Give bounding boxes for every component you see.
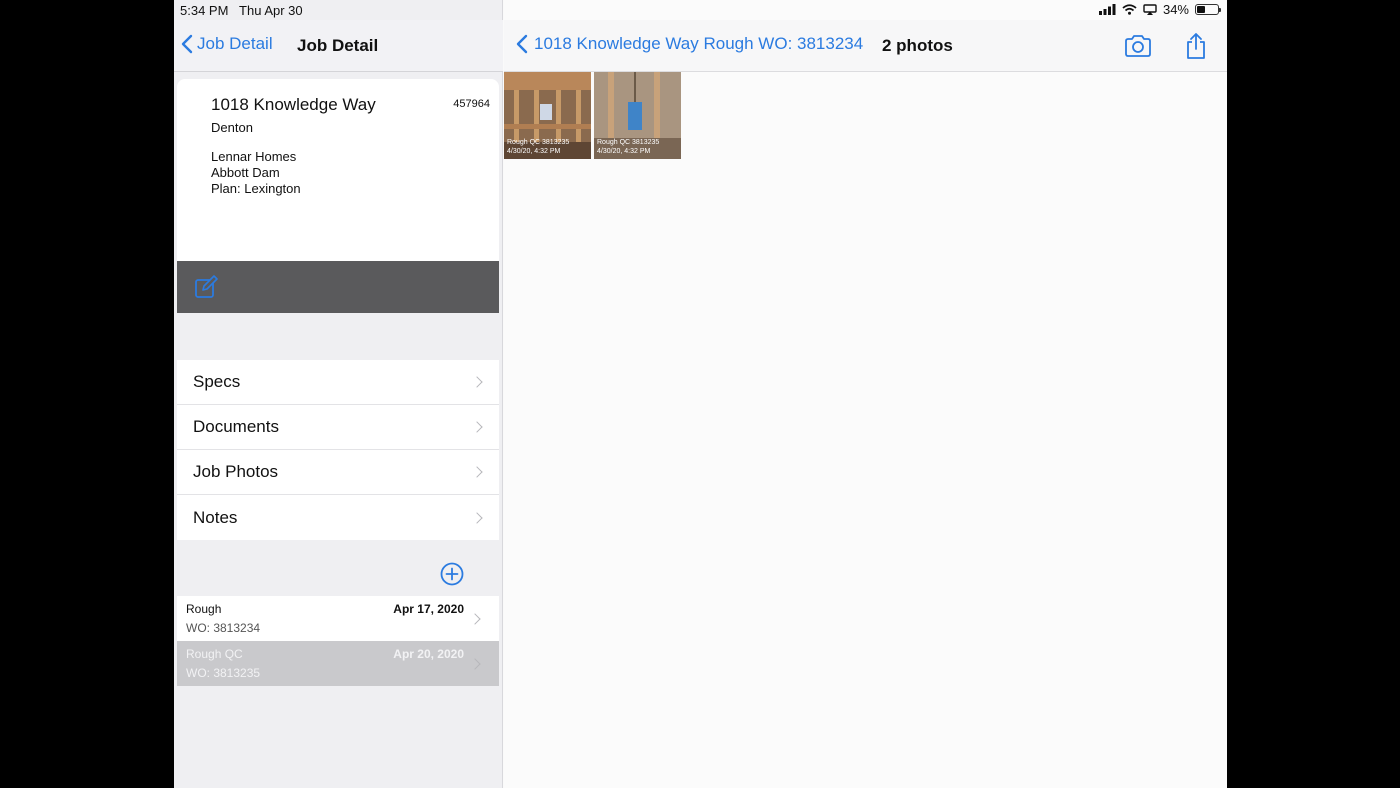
chevron-right-icon	[469, 657, 481, 670]
job-detail-back-button[interactable]: Job Detail	[181, 34, 273, 54]
menu-item-label: Documents	[193, 417, 279, 436]
menu-item-label: Job Photos	[193, 462, 279, 481]
work-order-row-rough-qc[interactable]: Rough QC WO: 3813235 Apr 20, 2020	[177, 641, 499, 686]
cellular-icon	[1098, 4, 1116, 15]
work-order-name: Rough	[186, 602, 222, 616]
detail-nav-bar: 1018 Knowledge Way Rough WO: 3813234 2 p…	[504, 20, 1227, 72]
photo-caption-date: 4/30/20, 4:32 PM	[507, 148, 561, 155]
work-order-number: WO: 3813234	[186, 621, 261, 635]
photo-caption: Rough QC 3813235 4/30/20, 4:32 PM	[597, 138, 659, 156]
menu-item-label: Notes	[193, 507, 238, 527]
edit-bar	[177, 261, 499, 313]
job-city: Denton	[211, 120, 253, 135]
status-indicators: 34%	[1098, 2, 1221, 17]
photo-grid: Rough QC 3813235 4/30/20, 4:32 PM Rough …	[504, 72, 681, 159]
job-menu-list: Specs Documents Job Photos Notes	[177, 360, 499, 540]
chevron-right-icon	[471, 376, 483, 388]
work-order-row-rough[interactable]: Rough WO: 3813234 Apr 17, 2020	[177, 596, 499, 641]
job-builder: Lennar Homes	[211, 149, 297, 164]
job-subdivision: Abbott Dam	[211, 165, 280, 180]
photo-caption-title: Rough QC 3813235	[597, 139, 660, 146]
menu-item-documents[interactable]: Documents	[177, 405, 499, 450]
ipad-screen: Job Detail Job Detail 1018 Knowledge Way…	[174, 0, 1227, 788]
work-order-number: WO: 3813235	[186, 666, 261, 680]
back-button-label: Job Detail	[197, 34, 273, 53]
work-order-date: Apr 20, 2020	[393, 647, 464, 661]
share-icon[interactable]	[1185, 32, 1207, 60]
chevron-right-icon	[469, 612, 481, 625]
battery-percent: 34%	[1162, 2, 1189, 17]
status-date-text: Thu Apr 30	[239, 3, 303, 18]
work-order-list: Rough WO: 3813234 Apr 17, 2020 Rough QC …	[177, 596, 499, 686]
detail-pane: 1018 Knowledge Way Rough WO: 3813234 2 p…	[504, 0, 1227, 788]
screen-mirror-icon	[1143, 4, 1157, 15]
job-number: 457964	[453, 98, 490, 110]
photo-caption-date: 4/30/20, 4:32 PM	[597, 148, 651, 155]
work-order-name: Rough QC	[186, 647, 243, 661]
master-title: Job Detail	[297, 36, 379, 55]
menu-item-notes[interactable]: Notes	[177, 495, 499, 540]
camera-icon[interactable]	[1124, 34, 1152, 58]
chevron-right-icon	[471, 466, 483, 478]
menu-item-specs[interactable]: Specs	[177, 360, 499, 405]
status-time-text: 5:34 PM	[180, 3, 229, 18]
master-nav-bar: Job Detail Job Detail	[174, 20, 503, 72]
battery-icon	[1195, 4, 1221, 15]
job-address: 1018 Knowledge Way	[211, 95, 376, 114]
edit-icon[interactable]	[194, 275, 218, 299]
master-pane: Job Detail Job Detail 1018 Knowledge Way…	[174, 0, 503, 788]
chevron-right-icon	[471, 421, 483, 433]
photo-count: 2 photos	[882, 36, 953, 55]
status-time: 5:34 PM Thu Apr 30	[180, 3, 303, 18]
photo-thumbnail[interactable]: Rough QC 3813235 4/30/20, 4:32 PM	[594, 72, 681, 159]
photo-caption: Rough QC 3813235 4/30/20, 4:32 PM	[507, 138, 569, 156]
job-plan: Plan: Lexington	[211, 181, 301, 196]
menu-item-label: Specs	[193, 372, 241, 391]
chevron-right-icon	[471, 511, 483, 524]
chevron-left-icon	[516, 34, 528, 54]
chevron-left-icon	[181, 34, 193, 54]
photo-thumbnail[interactable]: Rough QC 3813235 4/30/20, 4:32 PM	[504, 72, 591, 159]
photo-caption-title: Rough QC 3813235	[507, 139, 570, 146]
back-button-label: 1018 Knowledge Way Rough WO: 3813234	[534, 34, 864, 53]
work-order-back-button[interactable]: 1018 Knowledge Way Rough WO: 3813234	[516, 34, 863, 54]
work-order-date: Apr 17, 2020	[393, 602, 464, 616]
add-circle-icon[interactable]	[440, 562, 464, 586]
wifi-icon	[1122, 4, 1137, 15]
job-info-card: 1018 Knowledge Way 457964 Denton Lennar …	[177, 79, 499, 261]
menu-item-job-photos[interactable]: Job Photos	[177, 450, 499, 495]
